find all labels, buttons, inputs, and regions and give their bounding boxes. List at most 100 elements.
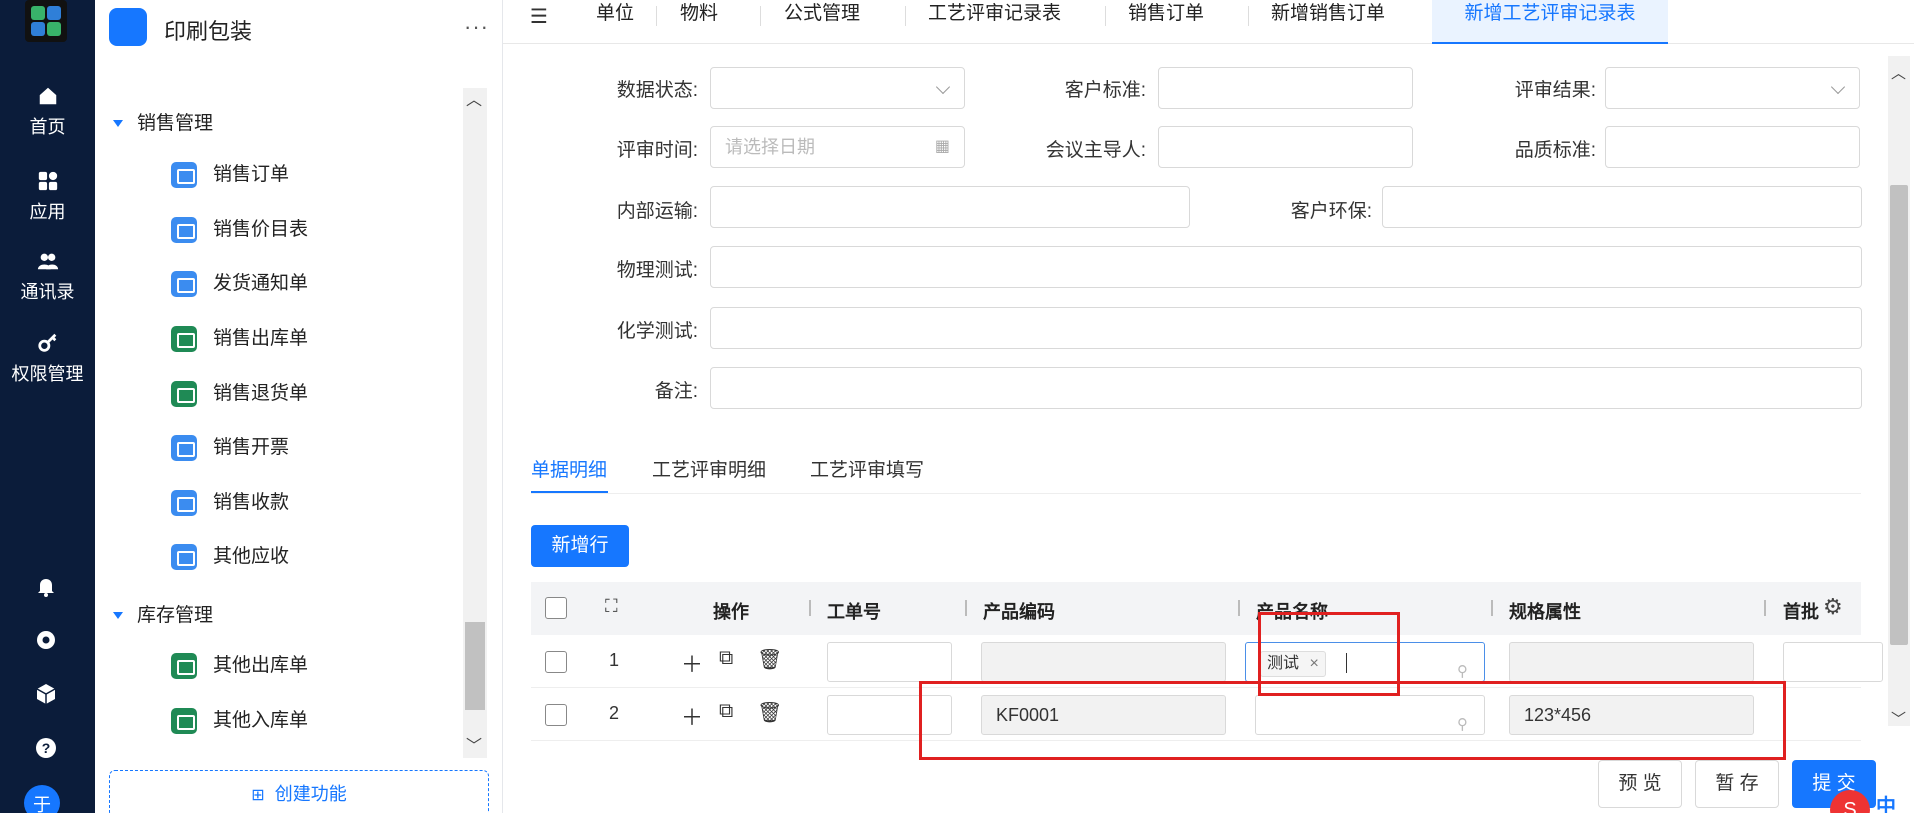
menu-group-sales[interactable]: 销售管理: [113, 108, 213, 135]
grid-icon: ⊞: [251, 787, 265, 804]
label-remark: 备注:: [654, 381, 698, 402]
svg-text:?: ?: [42, 740, 51, 756]
left-rail: 首页 应用 通讯录 权限管理 ? 于: [0, 0, 95, 813]
menu-item-label: 销售收款: [213, 492, 290, 513]
th-first: 首批: [1783, 602, 1819, 622]
avatar[interactable]: 于: [24, 785, 60, 813]
doc-icon: [171, 544, 197, 570]
spec-input: [1509, 642, 1754, 682]
menu-item-label: 其他应收: [213, 546, 290, 567]
doc-icon: [171, 217, 197, 243]
settings-icon[interactable]: [34, 628, 58, 652]
ime-label[interactable]: 中: [1876, 790, 1896, 813]
menu-group-inventory[interactable]: 库存管理: [113, 600, 213, 627]
row-checkbox[interactable]: [545, 704, 567, 726]
caret-down-icon: [113, 120, 123, 128]
scroll-up-icon[interactable]: ︿: [1891, 62, 1906, 83]
physical-test-input[interactable]: [710, 246, 1862, 288]
chemical-test-input[interactable]: [710, 307, 1862, 349]
copy-icon[interactable]: ⧉: [719, 647, 733, 670]
tab-unit[interactable]: 单位: [596, 0, 634, 44]
delete-icon[interactable]: 🗑: [757, 700, 782, 725]
work-no-input[interactable]: [827, 642, 952, 682]
rail-apps-label: 应用: [29, 202, 66, 222]
row-number: 1: [609, 650, 620, 670]
delete-icon[interactable]: 🗑: [757, 647, 782, 672]
data-status-select[interactable]: [710, 67, 965, 109]
tab-sales-order[interactable]: 销售订单: [1128, 0, 1204, 44]
collapse-menu-icon[interactable]: ☰: [530, 4, 548, 29]
label-data-status: 数据状态:: [616, 80, 698, 101]
chevron-down-icon: [1830, 79, 1846, 95]
gear-icon[interactable]: ⚙: [1823, 594, 1843, 620]
review-time-picker[interactable]: 请选择日期 ▦: [710, 126, 965, 168]
cube-icon[interactable]: [34, 682, 58, 706]
select-all-checkbox[interactable]: [545, 597, 567, 619]
rail-contacts[interactable]: 通讯录: [0, 250, 95, 304]
menu-item-label: 其他出库单: [213, 655, 309, 676]
copy-icon[interactable]: ⧉: [719, 700, 733, 723]
more-icon[interactable]: ···: [464, 14, 489, 40]
expand-icon[interactable]: ⛶: [605, 596, 618, 617]
save-draft-button[interactable]: 暂 存: [1695, 760, 1779, 808]
menu-group-label: 销售管理: [137, 113, 214, 134]
remark-input[interactable]: [710, 367, 1862, 409]
first-batch-input[interactable]: [1783, 642, 1883, 682]
key-icon: [37, 333, 56, 352]
rail-contacts-label: 通讯录: [20, 282, 75, 302]
label-chemical-test: 化学测试:: [616, 321, 698, 342]
menu-item-label: 销售开票: [213, 437, 290, 458]
th-work-no: 工单号: [827, 602, 881, 622]
tab-new-sales-order[interactable]: 新增销售订单: [1271, 0, 1385, 44]
rail-home[interactable]: 首页: [0, 85, 95, 139]
tab-new-process-review[interactable]: 新增工艺评审记录表: [1432, 0, 1668, 44]
bell-icon[interactable]: [34, 574, 58, 598]
customer-std-input[interactable]: [1158, 67, 1413, 109]
internal-transport-input[interactable]: [710, 186, 1190, 228]
menu-group-label: 库存管理: [137, 605, 214, 626]
th-spec: 规格属性: [1509, 602, 1581, 622]
create-function-button[interactable]: ⊞ 创建功能: [109, 770, 489, 813]
rail-apps[interactable]: 应用: [0, 170, 95, 224]
tab-process-review[interactable]: 工艺评审记录表: [928, 0, 1061, 44]
label-customer-std: 客户标准:: [1064, 80, 1146, 101]
add-row-button[interactable]: 新增行: [531, 525, 629, 567]
tab-doc-detail[interactable]: 单据明细: [531, 455, 607, 482]
app-cube-icon: [109, 8, 147, 46]
customer-env-input[interactable]: [1382, 186, 1862, 228]
label-quality-std: 品质标准:: [1514, 140, 1596, 161]
side-scroll-thumb[interactable]: [465, 622, 485, 710]
app-logo[interactable]: [25, 0, 67, 42]
menu-item-label: 销售订单: [213, 164, 290, 185]
review-result-select[interactable]: [1605, 67, 1860, 109]
doc-icon: [171, 271, 197, 297]
quality-std-input[interactable]: [1605, 126, 1860, 168]
label-review-time: 评审时间:: [616, 140, 698, 161]
scroll-down-icon[interactable]: ﹀: [1891, 708, 1906, 729]
contacts-icon: [37, 253, 58, 270]
page-scroll-thumb[interactable]: [1890, 185, 1908, 645]
stock-icon: [171, 653, 197, 679]
meeting-host-input[interactable]: [1158, 126, 1413, 168]
add-icon[interactable]: ＋: [681, 700, 703, 732]
menu-item-label: 销售价目表: [213, 219, 309, 240]
table-header: ⛶ 操作 工单号 产品编码 产品名称 规格属性 首批 ⚙: [531, 582, 1861, 635]
side-title: 印刷包装: [164, 19, 253, 44]
preview-button[interactable]: 预 览: [1598, 760, 1682, 808]
rail-permissions[interactable]: 权限管理: [0, 332, 95, 386]
tab-review-fill[interactable]: 工艺评审填写: [810, 455, 924, 482]
label-customer-env: 客户环保:: [1290, 201, 1372, 222]
rail-home-label: 首页: [29, 117, 66, 137]
calendar-icon: ▦: [934, 138, 950, 155]
doc-icon: [171, 490, 197, 516]
label-review-result: 评审结果:: [1514, 80, 1596, 101]
help-icon[interactable]: ?: [34, 736, 58, 760]
tab-formula[interactable]: 公式管理: [784, 0, 860, 44]
add-icon[interactable]: ＋: [681, 647, 703, 679]
tab-material[interactable]: 物料: [680, 0, 718, 44]
scroll-up-icon[interactable]: ︿: [466, 86, 482, 110]
row-checkbox[interactable]: [545, 651, 567, 673]
scroll-down-icon[interactable]: ﹀: [466, 732, 482, 756]
side-menu: 印刷包装 ··· 销售管理 销售订单 销售价目表 发货通知单 销售出库单 销售退…: [95, 0, 503, 813]
tab-review-detail[interactable]: 工艺评审明细: [652, 455, 766, 482]
